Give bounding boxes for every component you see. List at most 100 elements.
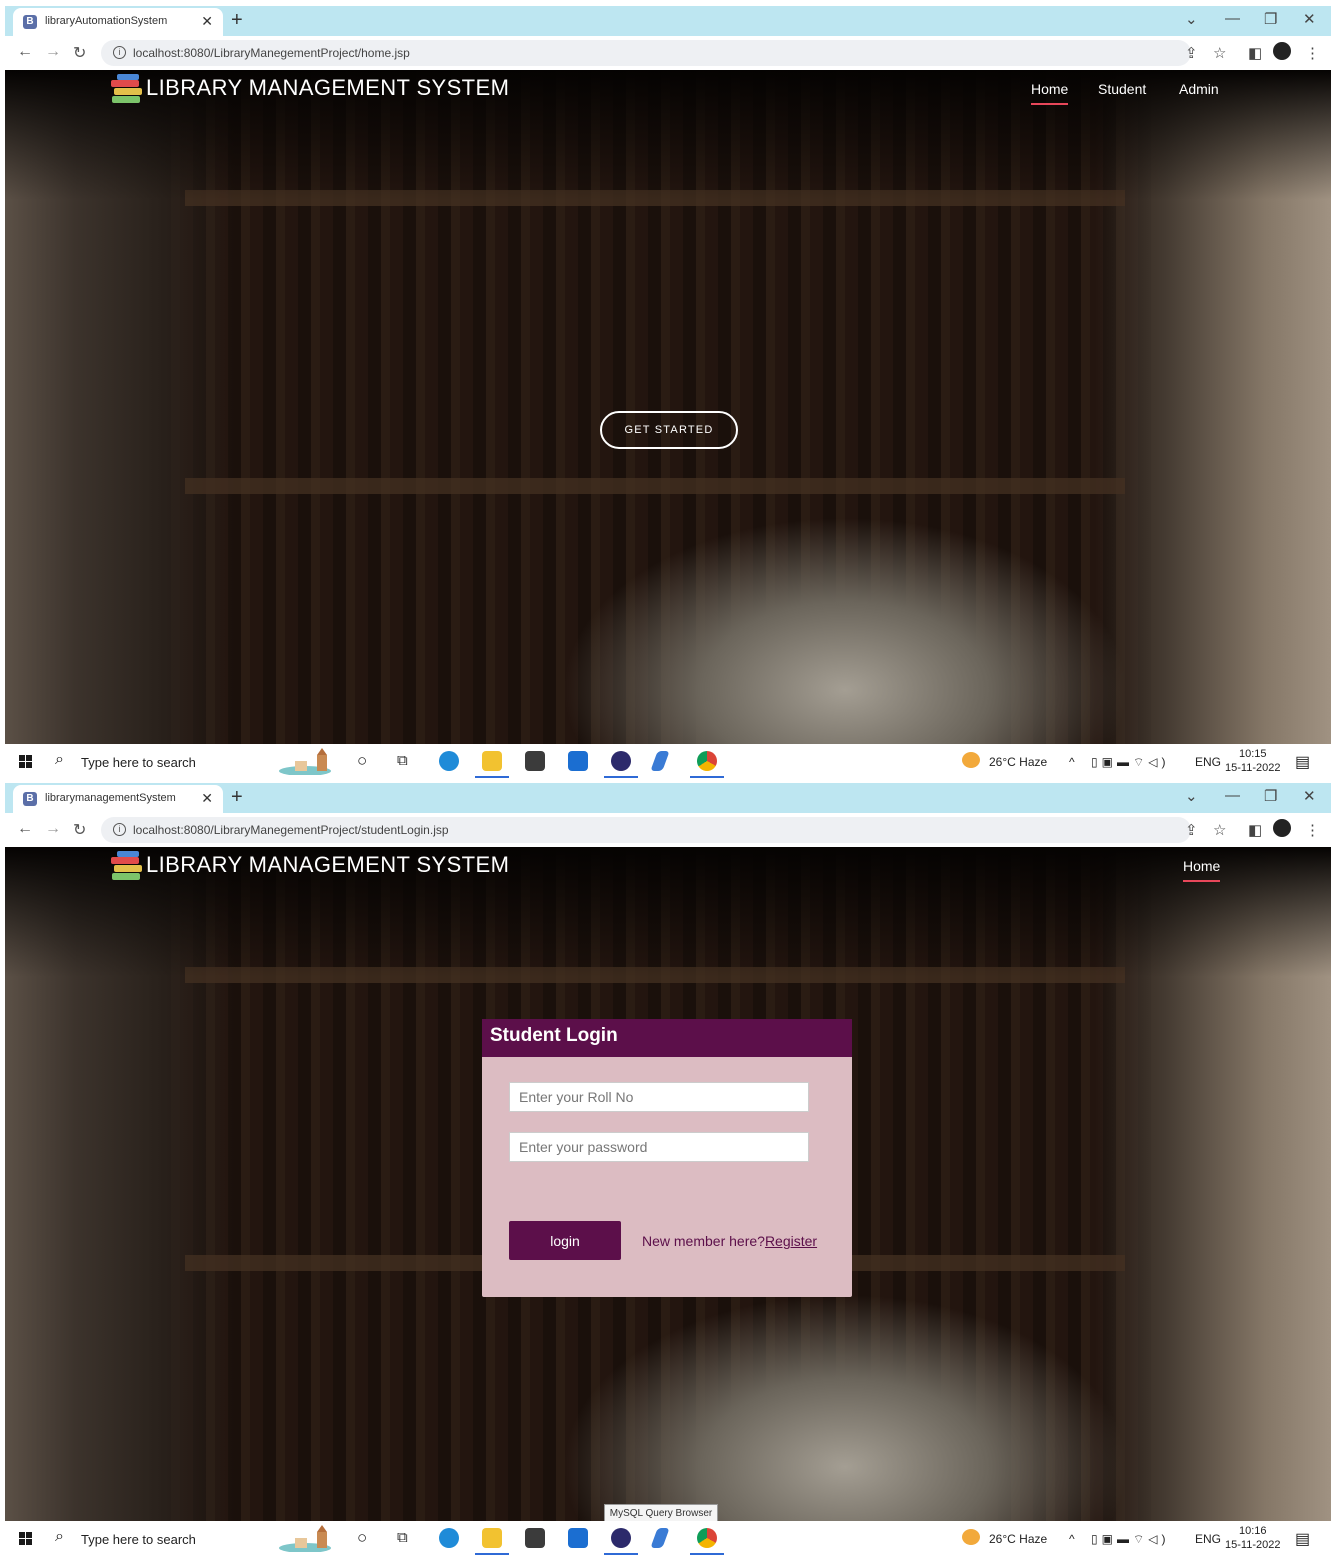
books-logo-icon [111, 851, 142, 880]
task-view-icon[interactable]: ⧉ [397, 1529, 408, 1546]
tab-search-icon[interactable]: ⌄ [1185, 787, 1198, 805]
close-window-button[interactable]: ✕ [1303, 787, 1316, 805]
eclipse-icon[interactable] [611, 751, 631, 771]
restore-button[interactable]: ❐ [1264, 10, 1277, 28]
search-icon[interactable]: ⌕ [55, 1528, 64, 1546]
home-page: LIBRARY MANAGEMENT SYSTEM Home Student A… [5, 70, 1331, 744]
language-indicator[interactable]: ENG [1195, 755, 1221, 769]
weather-icon[interactable] [962, 752, 980, 768]
weather-text[interactable]: 26°C Haze [989, 1532, 1047, 1546]
reload-icon[interactable]: ↻ [73, 43, 86, 63]
file-explorer-icon[interactable] [482, 751, 502, 771]
side-panel-icon[interactable]: ◧ [1248, 44, 1262, 62]
profile-avatar-icon[interactable] [1273, 42, 1291, 60]
taskbar-search[interactable]: Type here to search [81, 1532, 196, 1547]
nav-home[interactable]: Home [1031, 81, 1069, 105]
taskbar-search[interactable]: Type here to search [81, 755, 196, 770]
tab-close-icon[interactable]: ✕ [201, 13, 213, 30]
search-icon[interactable]: ⌕ [55, 751, 64, 769]
dell-icon[interactable] [568, 751, 588, 771]
side-panel-icon[interactable]: ◧ [1248, 821, 1262, 839]
chevron-up-icon[interactable]: ^ [1069, 1532, 1075, 1546]
browser-tab[interactable]: B librarymanagementSystem ✕ [13, 785, 223, 813]
clock-date: 15-11-2022 [1225, 1539, 1281, 1551]
mail-icon[interactable] [525, 1528, 545, 1548]
restore-button[interactable]: ❐ [1264, 787, 1277, 805]
url-text: localhost:8080/LibraryManegementProject/… [133, 823, 449, 837]
minimize-button[interactable]: — [1225, 787, 1240, 804]
profile-avatar-icon[interactable] [1273, 819, 1291, 837]
windows-taskbar: ⌕ Type here to search ○ ⧉ 26°C Haze ^ ▯▣… [5, 744, 1331, 778]
share-icon[interactable]: ⇪ [1185, 821, 1198, 839]
nav-home[interactable]: Home [1183, 858, 1221, 882]
forward-icon[interactable]: → [45, 43, 61, 61]
site-info-icon[interactable]: i [113, 46, 126, 59]
login-header: Student Login [482, 1019, 852, 1057]
notification-icon[interactable]: ▤ [1295, 1529, 1310, 1549]
language-indicator[interactable]: ENG [1195, 1532, 1221, 1546]
clock-date: 15-11-2022 [1225, 762, 1281, 774]
edge-icon[interactable] [439, 751, 459, 771]
cortana-icon[interactable]: ○ [357, 751, 367, 771]
nav-student[interactable]: Student [1098, 81, 1146, 97]
minimize-button[interactable]: — [1225, 10, 1240, 27]
back-icon[interactable]: ← [17, 820, 33, 838]
tab-search-icon[interactable]: ⌄ [1185, 10, 1198, 28]
get-started-button[interactable]: GET STARTED [600, 411, 738, 449]
bookmark-star-icon[interactable]: ☆ [1213, 821, 1226, 839]
search-highlight-icon[interactable] [277, 1524, 347, 1552]
new-tab-button[interactable]: + [231, 9, 243, 32]
back-icon[interactable]: ← [17, 43, 33, 61]
close-window-button[interactable]: ✕ [1303, 10, 1316, 28]
forward-icon[interactable]: → [45, 820, 61, 838]
notification-icon[interactable]: ▤ [1295, 752, 1310, 772]
windows-icon[interactable] [19, 755, 32, 768]
tray-icons[interactable]: ▯▣▬⌔◁) [1091, 1532, 1169, 1547]
power-automate-icon[interactable] [650, 751, 670, 771]
login-button[interactable]: login [509, 1221, 621, 1260]
task-view-icon[interactable]: ⧉ [397, 752, 408, 769]
brand-title[interactable]: LIBRARY MANAGEMENT SYSTEM [146, 75, 509, 101]
search-highlight-icon[interactable] [277, 747, 347, 775]
power-automate-icon[interactable] [650, 1528, 670, 1548]
tray-icons[interactable]: ▯▣▬⌔◁) [1091, 755, 1169, 770]
weather-text[interactable]: 26°C Haze [989, 755, 1047, 769]
weather-icon[interactable] [962, 1529, 980, 1545]
site-favicon-icon: B [23, 792, 37, 806]
menu-kebab-icon[interactable]: ⋮ [1305, 44, 1320, 62]
address-bar[interactable]: i localhost:8080/LibraryManegementProjec… [101, 40, 1191, 66]
cortana-icon[interactable]: ○ [357, 1528, 367, 1548]
dell-icon[interactable] [568, 1528, 588, 1548]
new-tab-button[interactable]: + [231, 786, 243, 809]
password-input[interactable] [509, 1132, 809, 1162]
chevron-up-icon[interactable]: ^ [1069, 755, 1075, 769]
tab-strip: B librarymanagementSystem ✕ + ⌄ — ❐ ✕ [5, 783, 1331, 813]
screenshot-home: B libraryAutomationSystem ✕ + ⌄ — ❐ ✕ ← … [0, 0, 1336, 778]
site-info-icon[interactable]: i [113, 823, 126, 836]
register-link[interactable]: Register [765, 1233, 817, 1249]
windows-icon[interactable] [19, 1532, 32, 1545]
share-icon[interactable]: ⇪ [1185, 44, 1198, 62]
brand-title[interactable]: LIBRARY MANAGEMENT SYSTEM [146, 852, 509, 878]
tab-close-icon[interactable]: ✕ [201, 790, 213, 807]
address-bar[interactable]: i localhost:8080/LibraryManegementProjec… [101, 817, 1191, 843]
reload-icon[interactable]: ↻ [73, 820, 86, 840]
mail-icon[interactable] [525, 751, 545, 771]
url-text: localhost:8080/LibraryManegementProject/… [133, 46, 410, 60]
chrome-icon[interactable] [697, 751, 717, 771]
address-toolbar: ← → ↻ i localhost:8080/LibraryManegement… [5, 36, 1331, 70]
chrome-icon[interactable] [697, 1528, 717, 1548]
file-explorer-icon[interactable] [482, 1528, 502, 1548]
edge-icon[interactable] [439, 1528, 459, 1548]
browser-tab[interactable]: B libraryAutomationSystem ✕ [13, 8, 223, 36]
clock[interactable]: 10:16 15-11-2022 [1225, 1524, 1280, 1552]
register-prompt-text: New member here? [642, 1233, 765, 1249]
eclipse-icon[interactable] [611, 1528, 631, 1548]
roll-no-input[interactable] [509, 1082, 809, 1112]
student-login-page: LIBRARY MANAGEMENT SYSTEM Home Student L… [5, 847, 1331, 1522]
tab-title: libraryAutomationSystem [45, 15, 168, 27]
menu-kebab-icon[interactable]: ⋮ [1305, 821, 1320, 839]
clock[interactable]: 10:15 15-11-2022 [1225, 747, 1280, 775]
bookmark-star-icon[interactable]: ☆ [1213, 44, 1226, 62]
nav-admin[interactable]: Admin [1179, 81, 1219, 97]
